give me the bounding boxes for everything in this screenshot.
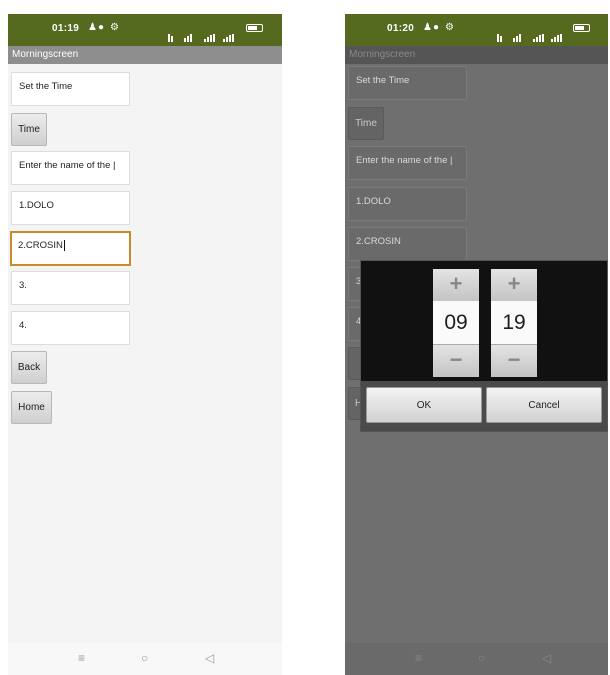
phone-screen-time-picker: 01:20 ♟ ● ⚙ Morningscreen Set the Time T… xyxy=(345,14,608,675)
enter-name-label: Enter the name of the | xyxy=(348,146,467,180)
battery-icon xyxy=(246,24,263,32)
medicine-field-3[interactable]: 3. xyxy=(11,271,130,305)
status-time: 01:20 xyxy=(387,23,415,34)
back-nav-icon[interactable]: ◁ xyxy=(542,651,551,665)
app-title-bar: Morningscreen xyxy=(345,46,608,64)
cancel-button[interactable]: Cancel xyxy=(486,387,602,423)
set-time-label: Set the Time xyxy=(348,66,467,100)
time-picker-dialog: + 09 − + 19 − OK Cancel xyxy=(360,260,608,432)
medicine-field-2[interactable]: 2.CROSIN xyxy=(10,231,131,266)
signal-icon-2 xyxy=(551,24,563,42)
notification-icon: ♟ xyxy=(423,22,432,33)
medicine-field-2[interactable]: 2.CROSIN xyxy=(348,227,467,261)
status-bar: 01:20 ♟ ● ⚙ xyxy=(345,14,608,46)
hour-spinner: + 09 − xyxy=(433,269,479,377)
minute-increment-button[interactable]: + xyxy=(491,269,537,302)
medicine-field-1[interactable]: 1.DOLO xyxy=(348,187,467,221)
minute-value[interactable]: 19 xyxy=(491,301,537,345)
time-button[interactable]: Time xyxy=(348,107,384,140)
status-bar: 01:19 ♟ ● ⚙ xyxy=(8,14,282,46)
medicine-field-1[interactable]: 1.DOLO xyxy=(11,191,130,225)
home-nav-icon[interactable]: ○ xyxy=(478,651,485,665)
minute-spinner: + 19 − xyxy=(491,269,537,377)
home-button[interactable]: Home xyxy=(11,391,52,424)
hour-increment-button[interactable]: + xyxy=(433,269,479,302)
hour-value[interactable]: 09 xyxy=(433,301,479,345)
wifi-icon xyxy=(513,24,522,42)
recent-apps-icon[interactable]: ≡ xyxy=(415,651,422,665)
ok-button[interactable]: OK xyxy=(366,387,482,423)
navigation-bar: ≡ ○ ◁ xyxy=(345,643,608,675)
alarm-icon xyxy=(497,24,503,42)
status-time: 01:19 xyxy=(52,23,80,34)
signal-icon xyxy=(204,24,216,42)
back-button[interactable]: Back xyxy=(11,351,47,384)
notification-icon: ♟ xyxy=(88,22,97,33)
back-nav-icon[interactable]: ◁ xyxy=(205,651,214,665)
enter-name-label: Enter the name of the | xyxy=(11,151,130,185)
set-time-label: Set the Time xyxy=(11,72,130,106)
battery-icon xyxy=(573,24,590,32)
signal-icon xyxy=(533,24,545,42)
minute-decrement-button[interactable]: − xyxy=(491,344,537,377)
medicine-field-2-text: 2.CROSIN xyxy=(18,240,63,252)
dialog-button-row: OK Cancel xyxy=(361,381,607,431)
recent-apps-icon[interactable]: ≡ xyxy=(78,651,85,665)
status-dot-icon: ● xyxy=(98,22,105,33)
signal-icon-2 xyxy=(223,24,235,42)
time-button[interactable]: Time xyxy=(11,113,47,146)
status-gear-icon: ⚙ xyxy=(110,22,119,33)
status-gear-icon: ⚙ xyxy=(445,22,454,33)
wifi-icon xyxy=(184,24,193,42)
phone-screen-morning: 01:19 ♟ ● ⚙ Morningscreen Set the Time T… xyxy=(8,14,282,675)
status-dot-icon: ● xyxy=(433,22,440,33)
home-nav-icon[interactable]: ○ xyxy=(141,651,148,665)
app-title-bar: Morningscreen xyxy=(8,46,282,64)
hour-decrement-button[interactable]: − xyxy=(433,344,479,377)
medicine-field-4[interactable]: 4. xyxy=(11,311,130,345)
alarm-icon xyxy=(168,24,174,42)
text-cursor xyxy=(63,240,65,251)
navigation-bar: ≡ ○ ◁ xyxy=(8,643,282,675)
